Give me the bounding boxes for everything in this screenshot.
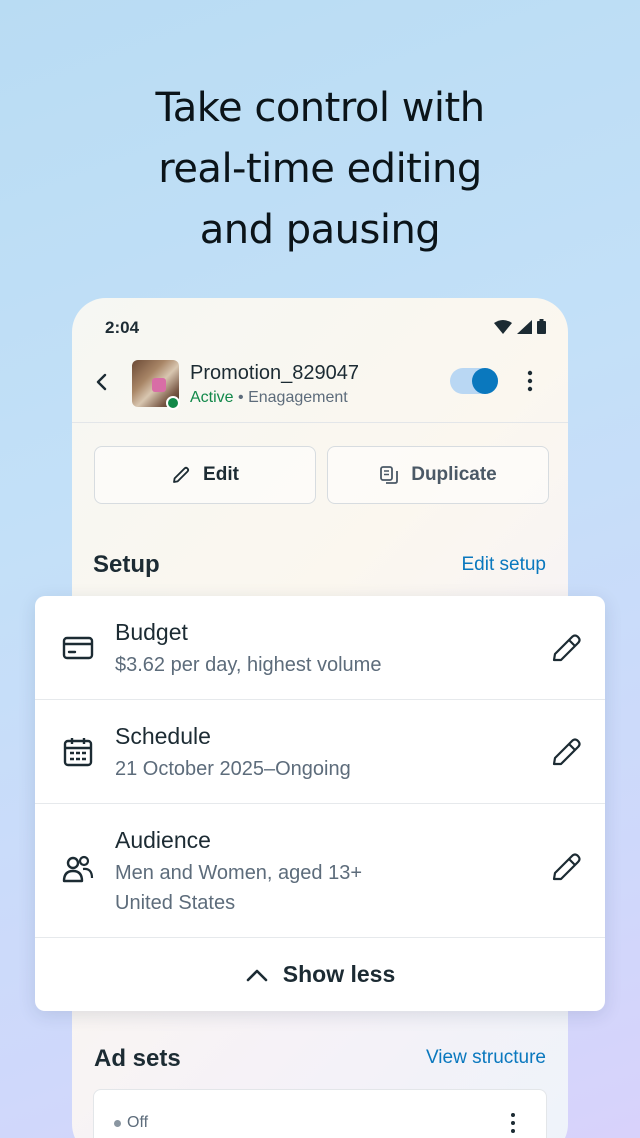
show-less-label: Show less (282, 961, 396, 987)
off-status-dot (114, 1119, 121, 1127)
ad-sets-title: Ad sets (94, 1045, 181, 1072)
edit-budget-pencil-icon[interactable] (548, 630, 584, 666)
campaign-objective: Enagagement (248, 389, 348, 406)
headline: Take control with real-time editing and … (0, 78, 640, 261)
setup-title: Setup (93, 551, 160, 578)
edit-setup-link[interactable]: Edit setup (462, 554, 547, 576)
campaign-toggle[interactable] (450, 368, 498, 394)
headline-line-1: Take control with (155, 85, 485, 131)
chevron-up-icon (246, 969, 268, 981)
ad-set-more-icon[interactable] (508, 1112, 518, 1134)
edit-button-label: Edit (203, 464, 239, 485)
schedule-title: Schedule (115, 723, 211, 749)
people-icon (62, 855, 94, 883)
setup-card: Budget $3.62 per day, highest volume Sch… (35, 596, 605, 1011)
subtitle-separator: • (233, 389, 249, 406)
header-divider (72, 422, 568, 423)
edit-button[interactable]: Edit (94, 446, 316, 504)
schedule-row[interactable]: Schedule 21 October 2025–Ongoing (35, 700, 605, 804)
campaign-status: Active (190, 389, 234, 406)
audience-row[interactable]: Audience Men and Women, aged 13+ United … (35, 804, 605, 938)
more-options-icon[interactable] (520, 368, 540, 394)
audience-desc-line-2: United States (115, 892, 236, 914)
active-status-dot (166, 396, 180, 410)
view-structure-link[interactable]: View structure (426, 1047, 546, 1069)
budget-title: Budget (115, 619, 188, 645)
campaign-name: Promotion_829047 (190, 362, 360, 384)
signal-icon (517, 319, 532, 334)
battery-icon (537, 319, 546, 334)
campaign-header: Promotion_829047 Active • Enagagement (72, 354, 568, 422)
calendar-icon (63, 738, 93, 767)
duplicate-button-label: Duplicate (411, 464, 497, 485)
toggle-knob (472, 368, 498, 394)
budget-row[interactable]: Budget $3.62 per day, highest volume (35, 596, 605, 700)
wifi-icon (494, 319, 512, 334)
credit-card-icon (62, 636, 94, 660)
back-arrow-icon[interactable] (88, 368, 116, 396)
duplicate-icon (380, 466, 399, 484)
ad-set-card[interactable]: Off (93, 1089, 547, 1138)
ad-set-status: Off (114, 1114, 148, 1132)
campaign-subtitle: Active • Enagagement (190, 389, 348, 407)
duplicate-button[interactable]: Duplicate (327, 446, 549, 504)
show-less-button[interactable]: Show less (35, 938, 605, 1011)
ad-set-status-label: Off (127, 1114, 149, 1131)
audience-desc-line-1: Men and Women, aged 13+ (115, 862, 363, 884)
schedule-desc: 21 October 2025–Ongoing (115, 758, 351, 780)
status-bar: 2:04 (72, 298, 568, 356)
status-time: 2:04 (105, 318, 140, 337)
headline-line-2: real-time editing (158, 146, 482, 192)
edit-audience-pencil-icon[interactable] (548, 849, 584, 885)
audience-title: Audience (115, 827, 211, 853)
edit-schedule-pencil-icon[interactable] (548, 734, 584, 770)
system-icons (494, 319, 546, 334)
pencil-icon (173, 466, 190, 483)
budget-desc: $3.62 per day, highest volume (115, 654, 382, 676)
headline-line-3: and pausing (199, 207, 441, 253)
